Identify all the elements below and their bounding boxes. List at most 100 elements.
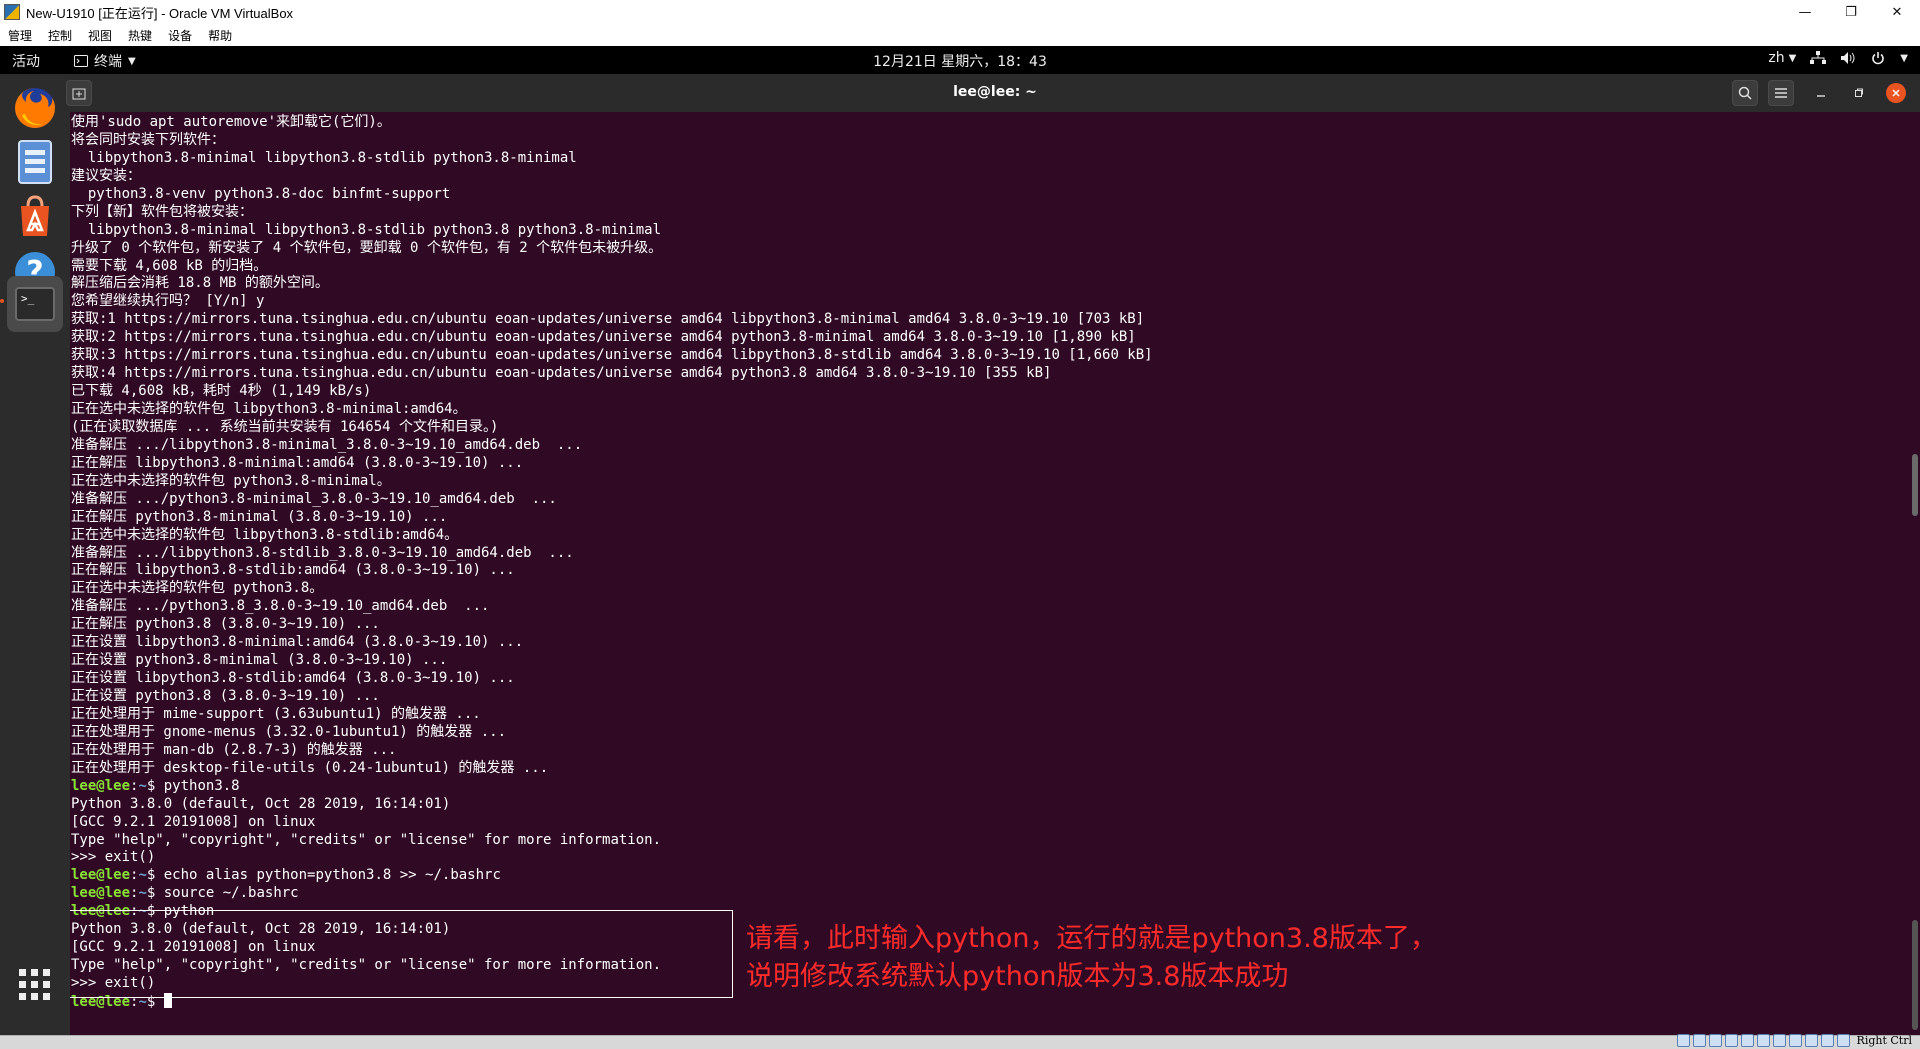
output-line: Python 3.8.0 (default, Oct 28 2019, 16:1… xyxy=(71,795,451,812)
dock-item-firefox[interactable] xyxy=(10,83,60,133)
terminal-line: 使用'sudo apt autoremove'来卸载它(它们)。 xyxy=(71,114,391,130)
terminal-line: 正在选中未选择的软件包 python3.8。 xyxy=(71,580,324,597)
prompt-symbol: $ xyxy=(146,777,164,794)
show-apps-icon xyxy=(19,969,50,1000)
optical-drive-icon[interactable] xyxy=(1692,1034,1706,1047)
network-adapter-icon[interactable] xyxy=(1724,1034,1738,1047)
status-icons: Right Ctrl xyxy=(1676,1034,1912,1047)
prompt-symbol: $ xyxy=(146,885,164,902)
terminal-close-button[interactable] xyxy=(1883,80,1909,106)
menu-devices[interactable]: 设备 xyxy=(160,27,200,44)
search-icon xyxy=(1738,86,1752,100)
activities-button[interactable]: 活动 xyxy=(12,51,40,71)
network-icon[interactable] xyxy=(1810,50,1827,66)
terminal-line: libpython3.8-minimal libpython3.8-stdlib… xyxy=(71,149,577,166)
dock-item-files[interactable] xyxy=(10,137,60,187)
input-method-indicator[interactable]: zh ▼ xyxy=(1768,50,1796,66)
terminal-line: 您希望继续执行吗？ [Y/n] y xyxy=(71,293,265,310)
prompt-path: ~ xyxy=(138,867,147,884)
shared-folders-icon[interactable] xyxy=(1756,1034,1770,1047)
prompt-user: lee@lee xyxy=(71,777,131,794)
vbox-menubar: 管理 控制 视图 热键 设备 帮助 xyxy=(0,24,1920,46)
search-button[interactable] xyxy=(1732,80,1758,106)
terminal-line: 已下载 4,608 kB，耗时 4秒 (1,149 kB/s) xyxy=(71,383,372,400)
terminal-line: 建议安装： xyxy=(71,167,141,184)
dock-item-terminal[interactable]: >_ xyxy=(7,276,63,332)
minimize-button[interactable]: — xyxy=(1782,0,1828,24)
virtualbox-app-icon xyxy=(4,4,20,20)
terminal-line: 获取:1 https://mirrors.tuna.tsinghua.edu.c… xyxy=(71,311,1145,328)
menu-help[interactable]: 帮助 xyxy=(200,27,240,44)
terminal-line: 正在处理用于 man-db (2.8.7-3) 的触发器 ... xyxy=(71,741,397,758)
restore-button[interactable]: ❐ xyxy=(1828,0,1874,24)
terminal-headerbar: lee@lee: ~ xyxy=(66,74,1920,113)
annotation-text: 请看，此时输入python，运行的就是python3.8版本了， 说明修改系统默… xyxy=(746,920,1437,996)
maximize-icon xyxy=(1855,88,1863,97)
chevron-down-icon[interactable]: ▼ xyxy=(1900,53,1908,64)
menu-button[interactable] xyxy=(1768,80,1794,106)
volume-icon[interactable] xyxy=(1840,50,1856,66)
mouse-integration-icon[interactable] xyxy=(1820,1034,1834,1047)
display-icon[interactable] xyxy=(1772,1034,1786,1047)
terminal-line: 需要下载 4,608 kB 的归档。 xyxy=(71,257,268,274)
hard-disk-icon[interactable] xyxy=(1676,1034,1690,1047)
audio-icon[interactable] xyxy=(1708,1034,1722,1047)
menu-control[interactable]: 控制 xyxy=(40,27,80,44)
close-icon xyxy=(1886,83,1906,103)
terminal-line: python3.8-venv python3.8-doc binfmt-supp… xyxy=(71,185,451,202)
usb-icon[interactable] xyxy=(1740,1034,1754,1047)
terminal-output: 使用'sudo apt autoremove'来卸载它(它们)。 将会同时安装下列… xyxy=(71,114,1153,1011)
command-text: python3.8 xyxy=(163,777,240,794)
terminal-minimize-button[interactable] xyxy=(1808,80,1834,106)
terminal-line: 下列【新】软件包将被安装： xyxy=(71,203,253,220)
terminal-line: 获取:3 https://mirrors.tuna.tsinghua.edu.c… xyxy=(71,347,1153,364)
keyboard-capture-icon[interactable] xyxy=(1836,1034,1850,1047)
vbox-window-controls: — ❐ ✕ xyxy=(1782,0,1920,24)
terminal-line: 正在选中未选择的软件包 python3.8-minimal。 xyxy=(71,472,391,489)
new-tab-button[interactable] xyxy=(66,80,92,106)
terminal-line: 正在处理用于 desktop-file-utils (0.24-1ubuntu1… xyxy=(71,759,549,776)
terminal-line: 正在设置 libpython3.8-minimal:amd64 (3.8.0-3… xyxy=(71,634,524,651)
prompt-line: lee@lee:~$ echo alias python=python3.8 >… xyxy=(71,867,1153,885)
highlight-box xyxy=(70,910,733,998)
close-button[interactable]: ✕ xyxy=(1874,0,1920,24)
terminal-line: libpython3.8-minimal libpython3.8-stdlib… xyxy=(71,221,662,238)
software-center-icon xyxy=(21,195,49,236)
power-icon[interactable] xyxy=(1870,50,1886,66)
dock-item-show-apps[interactable] xyxy=(10,960,60,1010)
terminal-icon: >_ xyxy=(15,287,55,321)
vbox-status-bar: Right Ctrl xyxy=(0,1034,1920,1049)
terminal-line: 正在设置 python3.8-minimal (3.8.0-3~19.10) .… xyxy=(71,652,448,669)
new-tab-icon xyxy=(72,88,86,100)
dock-item-software[interactable] xyxy=(10,191,60,241)
terminal-small-icon xyxy=(74,55,88,67)
host-key-label: Right Ctrl xyxy=(1856,1034,1912,1047)
vbox-window-title: New-U1910 [正在运行] - Oracle VM VirtualBox xyxy=(26,5,294,21)
system-tray: zh ▼ ▼ xyxy=(1768,50,1908,66)
clock[interactable]: 12月21日 星期六，18：43 xyxy=(873,54,1047,70)
terminal-line: 将会同时安装下列软件： xyxy=(71,131,225,148)
scrollbar-indicator[interactable] xyxy=(1912,920,1918,1030)
recording-icon[interactable] xyxy=(1788,1034,1802,1047)
menu-input[interactable]: 热键 xyxy=(120,27,160,44)
files-icon xyxy=(18,140,52,184)
input-method-label: zh xyxy=(1768,50,1785,66)
chevron-down-icon: ▼ xyxy=(1788,52,1797,64)
command-text: source ~/.bashrc xyxy=(163,885,299,902)
menu-view[interactable]: 视图 xyxy=(80,27,120,44)
cpu-icon[interactable] xyxy=(1804,1034,1818,1047)
terminal-line: 正在解压 libpython3.8-stdlib:amd64 (3.8.0-3~… xyxy=(71,562,515,579)
prompt-user: lee@lee xyxy=(71,885,131,902)
annotation-line: 说明修改系统默认python版本为3.8版本成功 xyxy=(746,961,1289,992)
prompt-user: lee@lee xyxy=(71,867,131,884)
minimize-icon xyxy=(1817,95,1825,97)
terminal-body[interactable]: 使用'sudo apt autoremove'来卸载它(它们)。 将会同时安装下列… xyxy=(70,112,1920,1035)
terminal-line: (正在读取数据库 ... 系统当前共安装有 164654 个文件和目录。) xyxy=(71,418,499,435)
app-menu-button[interactable]: 终端 ▼ xyxy=(74,51,136,71)
terminal-maximize-button[interactable] xyxy=(1846,80,1872,106)
prompt-path: ~ xyxy=(138,885,147,902)
prompt-line: lee@lee:~$ source ~/.bashrc xyxy=(71,885,1153,903)
output-line: >>> exit() xyxy=(71,849,156,866)
menu-machine[interactable]: 管理 xyxy=(0,27,40,44)
scrollbar-thumb[interactable] xyxy=(1912,454,1918,516)
